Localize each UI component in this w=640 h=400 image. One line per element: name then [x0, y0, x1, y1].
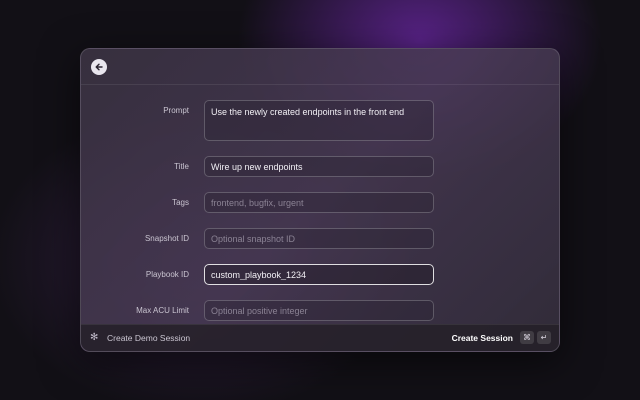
- enter-key-icon: ↵: [537, 331, 551, 344]
- command-key-icon: ⌘: [520, 331, 534, 344]
- sparkle-icon: ✻: [90, 332, 99, 343]
- dialog-header: [81, 49, 559, 85]
- back-button[interactable]: [91, 59, 107, 75]
- title-input[interactable]: [204, 156, 434, 177]
- max-acu-limit-label: Max ACU Limit: [136, 306, 189, 315]
- prompt-input[interactable]: Use the newly created endpoints in the f…: [204, 100, 434, 141]
- max-acu-limit-input[interactable]: [204, 300, 434, 321]
- playbook-id-input[interactable]: [204, 264, 434, 285]
- arrow-left-icon: [95, 63, 103, 71]
- title-label: Title: [174, 162, 189, 171]
- playbook-id-label: Playbook ID: [145, 270, 189, 279]
- create-session-button[interactable]: Create Session: [452, 333, 513, 343]
- tags-input[interactable]: [204, 192, 434, 213]
- create-demo-session-button[interactable]: Create Demo Session: [107, 333, 190, 343]
- new-session-dialog: Prompt Use the newly created endpoints i…: [80, 48, 560, 352]
- snapshot-id-label: Snapshot ID: [144, 234, 189, 243]
- dialog-footer: ✻ Create Demo Session Create Session ⌘ ↵: [81, 324, 559, 351]
- prompt-label: Prompt: [163, 106, 189, 115]
- snapshot-id-input[interactable]: [204, 228, 434, 249]
- tags-label: Tags: [172, 198, 189, 207]
